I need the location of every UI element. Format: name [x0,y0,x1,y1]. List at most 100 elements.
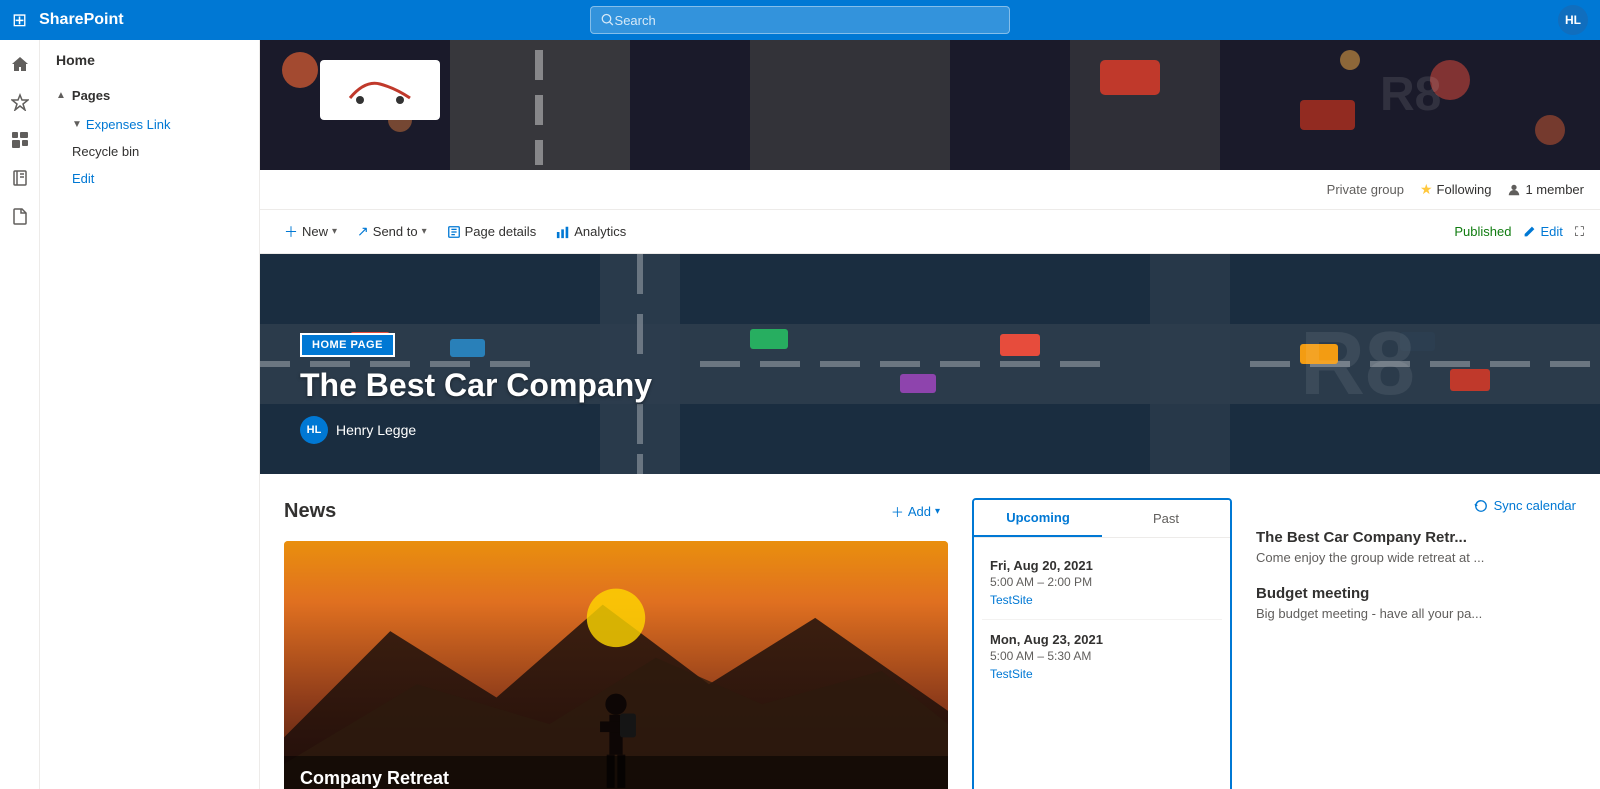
sync-icon [1474,499,1488,513]
following-label: Following [1437,182,1492,197]
events-section: Upcoming Past Fri, Aug 20, 2021 5:00 AM … [972,498,1232,789]
analytics-label: Analytics [574,224,626,239]
hero-section: R8 HOME PAGE The Best Car Company HL Hen… [260,254,1600,474]
search-bar[interactable] [590,6,1010,34]
page-details-button[interactable]: Page details [439,220,545,243]
budget-title[interactable]: Budget meeting [1256,585,1576,602]
event-2-date: Mon, Aug 23, 2021 [990,632,1214,647]
edit-button[interactable]: Edit [1523,224,1562,239]
top-bar: ⊞ SharePoint HL [0,0,1600,40]
sidebar-expenses-item[interactable]: ▼ Expenses Link [40,111,259,138]
nav-home-icon[interactable] [4,48,36,80]
svg-text:R8: R8 [1300,314,1415,414]
send-to-button[interactable]: ↗ Send to ▾ [349,219,435,244]
news-image-card[interactable]: Company Retreat [284,541,948,789]
retreat-card: The Best Car Company Retr... Come enjoy … [1256,529,1576,565]
add-plus-icon: ＋ [891,502,904,521]
event-item-1: Fri, Aug 20, 2021 5:00 AM – 2:00 PM Test… [982,546,1222,620]
nav-notebook-icon[interactable] [4,162,36,194]
company-logo [320,60,440,120]
news-header: News ＋ Add ▾ [284,498,948,525]
icon-rail [0,40,40,789]
send-to-label: Send to [373,224,418,239]
waffle-icon[interactable]: ⊞ [12,10,27,31]
sidebar: Home ▲ Pages ▼ Expenses Link Recycle bin… [40,40,260,789]
add-label: Add [908,504,931,519]
command-bar-right: Published Edit ⛶ [1454,224,1584,240]
send-chevron-icon: ▾ [422,226,427,237]
user-avatar[interactable]: HL [1558,5,1588,35]
content-area: News ＋ Add ▾ [260,474,1600,789]
new-label: New [302,224,328,239]
svg-text:R8: R8 [1380,68,1441,121]
right-section: Sync calendar The Best Car Company Retr.… [1256,498,1576,789]
hero-content: HOME PAGE The Best Car Company HL Henry … [300,333,652,444]
hero-title: The Best Car Company [300,367,652,404]
news-card-image [284,541,948,789]
fullscreen-icon[interactable]: ⛶ [1575,224,1584,240]
published-badge: Published [1454,224,1511,239]
budget-card: Budget meeting Big budget meeting - have… [1256,585,1576,621]
news-section: News ＋ Add ▾ [284,498,948,789]
command-bar: ＋ New ▾ ↗ Send to ▾ Page details Analyti… [260,210,1600,254]
car-logo-svg [335,70,425,110]
page-details-label: Page details [465,224,537,239]
author-avatar: HL [300,416,328,444]
site-banner: R8 [260,40,1600,170]
analytics-button[interactable]: Analytics [548,220,634,243]
event-1-date: Fri, Aug 20, 2021 [990,558,1214,573]
sidebar-pages-label: Pages [72,88,110,103]
star-icon: ★ [1420,181,1433,198]
add-chevron-icon: ▾ [935,506,940,517]
home-page-badge: HOME PAGE [300,333,395,357]
search-icon [601,13,615,27]
author-name: Henry Legge [336,422,416,438]
nav-follow-icon[interactable] [4,86,36,118]
expenses-link[interactable]: Expenses Link [86,117,171,132]
new-button[interactable]: ＋ New ▾ [276,218,345,246]
site-header-bar: Private group ★ Following 1 member [260,170,1600,210]
person-icon [1507,183,1521,197]
send-icon: ↗ [357,223,369,240]
upcoming-tab[interactable]: Upcoming [974,500,1102,537]
past-tab[interactable]: Past [1102,500,1230,537]
sync-calendar-label: Sync calendar [1494,498,1576,513]
events-list: Fri, Aug 20, 2021 5:00 AM – 2:00 PM Test… [974,538,1230,701]
page-details-icon [447,225,461,239]
main-content: R8 Private group ★ Following [260,40,1600,789]
app-title: SharePoint [39,11,123,29]
event-2-time: 5:00 AM – 5:30 AM [990,649,1214,663]
command-bar-left: ＋ New ▾ ↗ Send to ▾ Page details Analyti… [276,218,634,246]
event-1-link[interactable]: TestSite [990,593,1214,607]
retreat-title[interactable]: The Best Car Company Retr... [1256,529,1576,546]
members-button[interactable]: 1 member [1507,182,1584,197]
new-chevron-icon: ▾ [332,226,337,237]
retreat-description: Come enjoy the group wide retreat at ... [1256,550,1576,565]
following-button[interactable]: ★ Following [1420,181,1491,198]
nav-sites-icon[interactable] [4,124,36,156]
nav-file-icon[interactable] [4,200,36,232]
private-group-label: Private group [1327,182,1404,197]
members-label: 1 member [1525,182,1584,197]
event-item-2: Mon, Aug 23, 2021 5:00 AM – 5:30 AM Test… [982,620,1222,693]
news-title: News [284,500,336,523]
sidebar-recycle-bin[interactable]: Recycle bin [40,138,259,165]
add-button[interactable]: ＋ Add ▾ [883,498,948,525]
sidebar-pages-section[interactable]: ▲ Pages [40,80,259,111]
site-header-right: Private group ★ Following 1 member [1327,181,1584,198]
pages-chevron-icon: ▲ [56,90,66,101]
plus-icon: ＋ [284,222,298,242]
sidebar-home[interactable]: Home [40,40,259,80]
news-image-caption: Company Retreat [284,756,948,789]
edit-icon [1523,225,1536,238]
event-2-link[interactable]: TestSite [990,667,1214,681]
sidebar-edit[interactable]: Edit [40,165,259,192]
analytics-icon [556,225,570,239]
search-input[interactable] [615,13,999,28]
main-layout: Home ▲ Pages ▼ Expenses Link Recycle bin… [0,40,1600,789]
events-tabs: Upcoming Past [974,500,1230,538]
event-1-time: 5:00 AM – 2:00 PM [990,575,1214,589]
hero-author: HL Henry Legge [300,416,652,444]
budget-description: Big budget meeting - have all your pa... [1256,606,1576,621]
sync-calendar-button[interactable]: Sync calendar [1256,498,1576,513]
